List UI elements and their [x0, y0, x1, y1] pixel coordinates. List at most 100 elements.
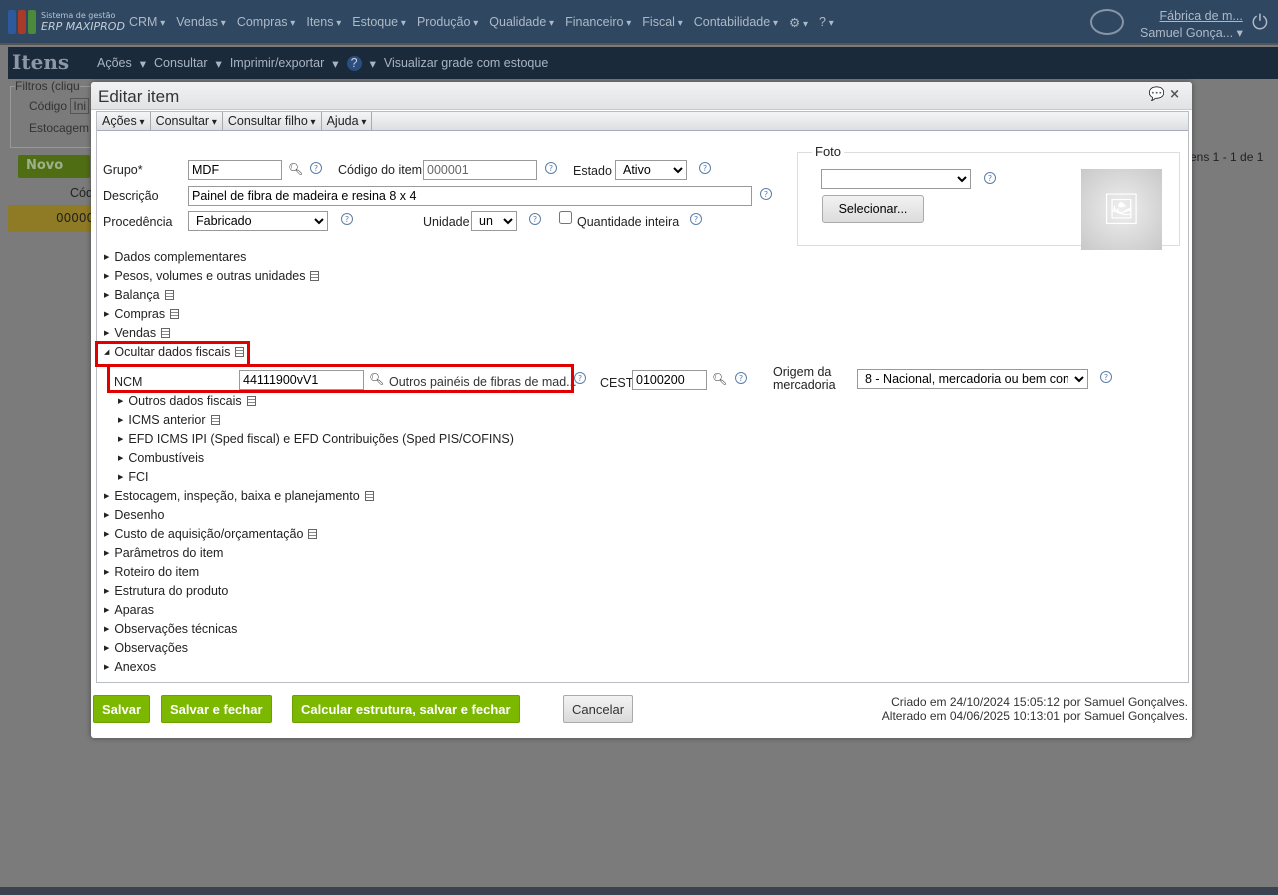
help-icon[interactable]: ? — [819, 15, 834, 30]
document-icon — [308, 529, 318, 539]
consultar-filho-menu[interactable]: Consultar filho — [223, 112, 322, 130]
cancelar-button[interactable]: Cancelar — [563, 695, 634, 723]
document-icon — [164, 290, 174, 300]
salvar-button[interactable]: Salvar — [93, 695, 151, 723]
close-icon[interactable]: × — [1169, 87, 1180, 102]
help-icon[interactable]: ? — [760, 188, 772, 200]
descricao-input[interactable] — [188, 186, 752, 206]
menu-financeiro[interactable]: Financeiro — [565, 15, 631, 30]
created-info: Criado em 24/10/2024 15:05:12 por Samuel… — [891, 695, 1188, 709]
menu-contabilidade[interactable]: Contabilidade — [694, 15, 778, 30]
section-outros-dados-fiscais[interactable]: Outros dados fiscais — [118, 394, 256, 408]
section-balanca[interactable]: Balança — [104, 288, 174, 302]
help-icon[interactable]: ? — [341, 213, 353, 225]
visualizar-grade-link[interactable]: Visualizar grade com estoque — [384, 56, 548, 71]
consultar-menu[interactable]: Consultar — [151, 112, 223, 130]
section-parametros[interactable]: Parâmetros do item — [104, 546, 223, 560]
cest-input[interactable] — [632, 370, 707, 390]
section-efd[interactable]: EFD ICMS IPI (Sped fiscal) e EFD Contrib… — [118, 432, 514, 446]
chat-icon[interactable]: 💬 — [1149, 87, 1165, 102]
help-icon[interactable]: ? — [310, 162, 322, 174]
help-icon[interactable]: ? — [529, 213, 541, 225]
calcular-estrutura-button[interactable]: Calcular estrutura, salvar e fechar — [292, 695, 520, 723]
ajuda-menu[interactable]: Ajuda — [322, 112, 373, 130]
menu-producao[interactable]: Produção — [417, 15, 478, 30]
section-combustiveis[interactable]: Combustíveis — [118, 451, 204, 465]
section-anexos[interactable]: Anexos — [104, 660, 156, 674]
document-icon — [310, 271, 320, 281]
help-icon[interactable]: ? — [690, 213, 702, 225]
grupo-input[interactable] — [188, 160, 282, 180]
user-name[interactable]: Samuel Gonça... — [1140, 26, 1233, 40]
search-icon[interactable]: 🔍︎ — [712, 372, 727, 386]
consultar-menu[interactable]: Consultar — [154, 56, 208, 71]
unidade-label: Unidade — [423, 215, 470, 229]
user-info[interactable]: Fábrica de m... Samuel Gonça... ▾ — [1140, 8, 1243, 42]
menu-estoque[interactable]: Estoque — [352, 15, 406, 30]
foto-panel: Foto ? Selecionar... 🖼 — [797, 144, 1180, 250]
section-label: ICMS anterior — [128, 413, 206, 427]
search-icon[interactable]: 🔍︎ — [288, 162, 303, 176]
section-label: Estocagem, inspeção, baixa e planejament… — [114, 489, 360, 503]
altered-info: Alterado em 04/06/2025 10:13:01 por Samu… — [881, 709, 1188, 723]
section-observacoes-tecnicas[interactable]: Observações técnicas — [104, 622, 237, 636]
power-icon[interactable]: ⏻ — [1252, 10, 1268, 34]
table-row[interactable]: 00000 — [8, 205, 94, 232]
status-bar — [0, 887, 1278, 895]
page-header: Itens Ações ▾ Consultar ▾ Imprimir/exporta… — [8, 47, 1278, 79]
help-icon[interactable]: ? — [545, 162, 557, 174]
logo-text: Sistema de gestão ERP MAXIPROD — [41, 10, 125, 33]
menu-crm[interactable]: CRM — [129, 15, 165, 30]
section-fci[interactable]: FCI — [118, 470, 148, 484]
imprimir-menu[interactable]: Imprimir/exportar — [230, 56, 324, 71]
grupo-label: Grupo* — [103, 163, 143, 177]
document-icon — [246, 396, 256, 406]
estado-select[interactable]: Ativo — [615, 160, 687, 180]
help-icon[interactable]: ? — [1100, 371, 1112, 383]
section-vendas[interactable]: Vendas — [104, 326, 171, 340]
section-custo[interactable]: Custo de aquisição/orçamentação — [104, 527, 318, 541]
gear-icon[interactable]: ⚙ — [789, 15, 808, 30]
menu-fiscal[interactable]: Fiscal — [642, 15, 682, 30]
section-estrutura[interactable]: Estrutura do produto — [104, 584, 228, 598]
codigo-filter[interactable]: Ini — [70, 98, 90, 114]
section-dados-complementares[interactable]: Dados complementares — [104, 250, 246, 264]
menu-itens[interactable]: Itens — [306, 15, 341, 30]
chat-icon[interactable] — [1090, 9, 1124, 35]
quantidade-inteira-label: Quantidade inteira — [577, 215, 680, 229]
section-desenho[interactable]: Desenho — [104, 508, 164, 522]
column-header[interactable]: Cód — [70, 186, 93, 200]
section-pesos-volumes[interactable]: Pesos, volumes e outras unidades — [104, 269, 320, 283]
selecionar-button[interactable]: Selecionar... — [822, 195, 924, 223]
codigo-label: Código do item — [338, 163, 423, 177]
help-icon[interactable]: ? — [574, 372, 586, 384]
help-icon[interactable]: ? — [735, 372, 747, 384]
menu-compras[interactable]: Compras — [237, 15, 296, 30]
procedencia-select[interactable]: Fabricado — [188, 211, 328, 231]
salvar-fechar-button[interactable]: Salvar e fechar — [161, 695, 272, 723]
acoes-menu[interactable]: Ações — [97, 56, 132, 71]
section-compras[interactable]: Compras — [104, 307, 180, 321]
filters-panel: Filtros (cliqu Código Ini Estocagem — [10, 79, 100, 148]
help-icon[interactable]: ? — [699, 162, 711, 174]
filters-label: Filtros (cliqu — [15, 79, 80, 93]
section-estocagem[interactable]: Estocagem, inspeção, baixa e planejament… — [104, 489, 374, 503]
help-icon[interactable]: ? — [346, 56, 362, 71]
section-observacoes[interactable]: Observações — [104, 641, 188, 655]
help-icon[interactable]: ? — [984, 172, 996, 184]
acoes-menu[interactable]: Ações — [97, 112, 151, 130]
foto-select[interactable] — [821, 169, 971, 189]
logo-line2: ERP MAXIPROD — [41, 20, 125, 33]
section-aparas[interactable]: Aparas — [104, 603, 154, 617]
origem-select[interactable]: 8 - Nacional, mercadoria ou bem com c — [857, 369, 1088, 389]
dialog-title: Editar item — [98, 87, 180, 106]
novo-button[interactable]: Novo — [18, 155, 90, 178]
company-link[interactable]: Fábrica de m... — [1140, 8, 1242, 25]
quantidade-inteira-checkbox[interactable] — [559, 211, 572, 224]
section-roteiro[interactable]: Roteiro do item — [104, 565, 199, 579]
codigo-input[interactable] — [423, 160, 537, 180]
section-icms-anterior[interactable]: ICMS anterior — [118, 413, 220, 427]
unidade-select[interactable]: un — [471, 211, 517, 231]
menu-vendas[interactable]: Vendas — [176, 15, 226, 30]
menu-qualidade[interactable]: Qualidade — [489, 15, 554, 30]
